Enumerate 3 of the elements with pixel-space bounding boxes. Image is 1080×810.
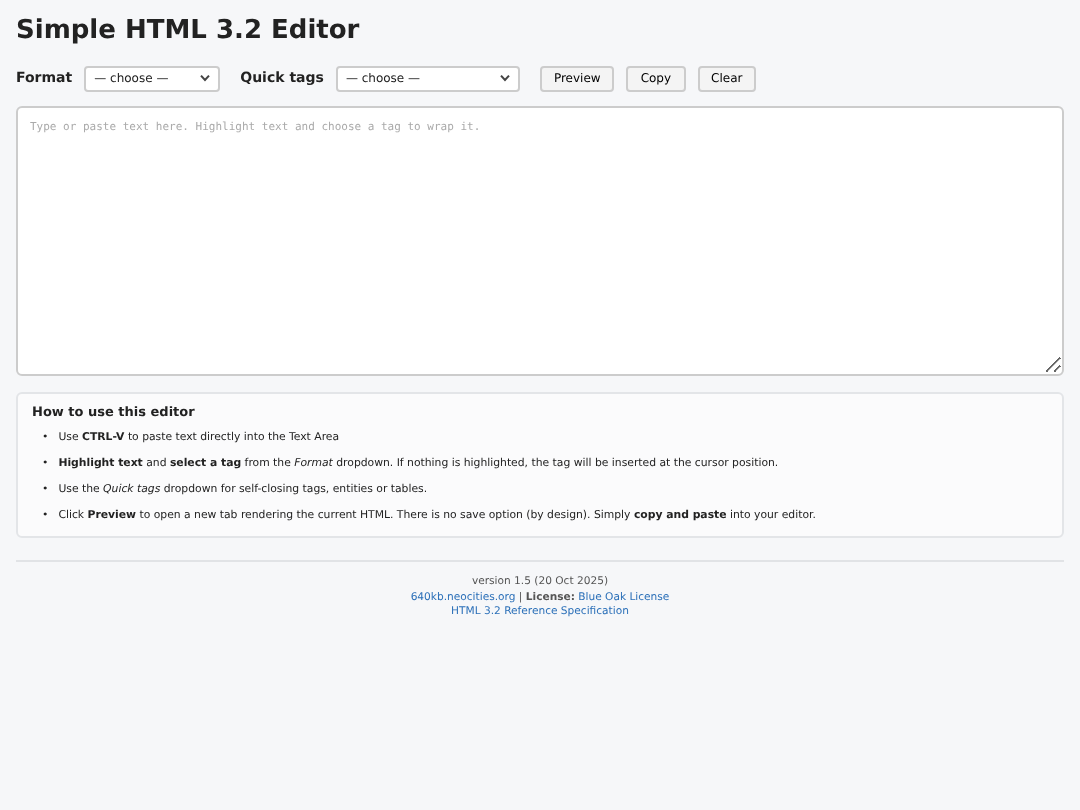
page-title: Simple HTML 3.2 Editor xyxy=(16,16,362,48)
chevron-down-icon xyxy=(200,74,211,83)
chevron-down-icon xyxy=(499,74,510,83)
